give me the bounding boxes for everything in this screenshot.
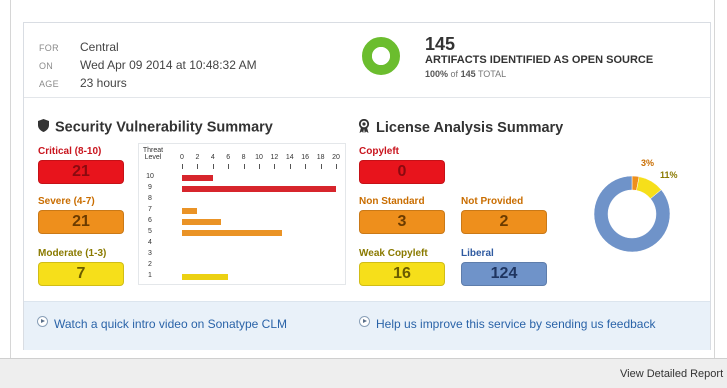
artifact-total-count: 145 (460, 69, 476, 79)
severe-label: Severe (4-7) (38, 196, 95, 207)
threat-bar-level-7[interactable] (182, 208, 198, 214)
meta-on-label: ON (39, 61, 54, 71)
footer-links-bar: Watch a quick intro video on Sonatype CL… (24, 301, 710, 350)
meta-for-value: Central (80, 40, 119, 54)
frame-left-border (10, 0, 11, 360)
threat-bar-level-6[interactable] (182, 219, 221, 225)
threat-level-label: 3 (148, 250, 152, 257)
license-title-text: License Analysis Summary (376, 119, 564, 136)
threat-level-label: 1 (148, 272, 152, 279)
threat-level-label: 6 (148, 217, 152, 224)
open-source-ring-icon (362, 37, 400, 75)
weak-copyleft-label: Weak Copyleft (359, 248, 428, 259)
x-tick-label: 0 (180, 154, 184, 161)
x-tick-label: 16 (301, 154, 310, 161)
meta-age: AGE 23 hours (39, 74, 257, 92)
moderate-label: Moderate (1-3) (38, 248, 107, 259)
pie-label-weak-copyleft: 11% (660, 170, 678, 180)
not-provided-label: Not Provided (461, 196, 524, 207)
artifact-percent: 100% (425, 69, 449, 79)
artifact-total-label: TOTAL (477, 69, 507, 79)
meta-for-label: FOR (39, 43, 59, 53)
frame-right-border (714, 0, 715, 360)
meta-for: FOR Central (39, 38, 257, 56)
liberal-count-badge[interactable]: 124 (461, 262, 547, 286)
critical-label: Critical (8-10) (38, 146, 102, 157)
pie-label-not-provided: 3% (641, 158, 655, 168)
threat-level-chart: Threat Level 0 2 4 6 8 10 12 14 16 18 20 10 9 8 7 6 5 4 3 2… (138, 143, 346, 285)
x-tick-label: 6 (226, 154, 231, 161)
threat-level-label: 2 (148, 261, 152, 268)
x-tick-mark (182, 164, 183, 169)
non-standard-count-badge[interactable]: 3 (359, 210, 445, 234)
threat-level-label: 9 (148, 184, 152, 191)
summary-panel: FOR Central ON Wed Apr 09 2014 at 10:48:32… (23, 22, 711, 350)
x-tick-label: 18 (316, 154, 325, 161)
meta-on-value: Wed Apr 09 2014 at 10:48:32 AM (80, 58, 257, 72)
threat-bar-level-5[interactable] (182, 230, 283, 236)
x-tick-mark (243, 164, 245, 169)
artifact-count: 145 (425, 34, 456, 54)
feedback-link-text: Help us improve this service by sending … (376, 317, 656, 331)
x-tick-mark (289, 164, 291, 169)
threat-bar-level-10[interactable] (182, 175, 213, 181)
security-section-title: Security Vulnerability Summary (38, 119, 273, 136)
not-provided-count-badge[interactable]: 2 (461, 210, 547, 234)
meta-age-label: AGE (39, 79, 59, 89)
license-donut-chart (593, 175, 671, 253)
artifact-of: of (450, 69, 459, 79)
artifact-subtitle: 100% of 145 TOTAL (425, 69, 506, 79)
liberal-label: Liberal (461, 248, 494, 259)
meta-on: ON Wed Apr 09 2014 at 10:48:32 AM (39, 56, 257, 74)
x-tick-mark (228, 164, 230, 169)
license-section-title: License Analysis Summary (358, 118, 564, 137)
section-divider (24, 97, 710, 98)
x-tick-label: 4 (210, 154, 215, 161)
artifact-title: ARTIFACTS IDENTIFIED AS OPEN SOURCE (425, 54, 654, 66)
threat-level-label: 8 (148, 195, 152, 202)
play-icon (37, 316, 48, 327)
intro-video-link[interactable]: Watch a quick intro video on Sonatype CL… (37, 316, 287, 331)
threat-level-label: 10 (146, 173, 154, 180)
threat-bar-level-1[interactable] (182, 274, 229, 280)
threat-level-label: 7 (148, 206, 152, 213)
x-tick-label: 10 (255, 154, 263, 161)
x-tick-label: 14 (285, 154, 294, 161)
x-tick-mark (336, 164, 337, 169)
top-strip (0, 0, 727, 14)
severe-count-badge[interactable]: 21 (38, 210, 124, 234)
meta-age-value: 23 hours (80, 76, 127, 90)
x-tick-label: 8 (241, 154, 246, 161)
intro-video-link-text: Watch a quick intro video on Sonatype CL… (54, 317, 288, 331)
x-tick-mark (212, 164, 214, 169)
threat-bar-level-9[interactable] (182, 186, 336, 192)
bottom-toolbar: View Detailed Report (0, 358, 727, 388)
threat-level-axis-title: Threat Level (142, 147, 164, 161)
report-meta: FOR Central ON Wed Apr 09 2014 at 10:48:32… (39, 38, 257, 92)
copyleft-label: Copyleft (359, 146, 399, 157)
security-title-text: Security Vulnerability Summary (55, 119, 273, 136)
weak-copyleft-count-badge[interactable]: 16 (359, 262, 445, 286)
x-tick-label: 12 (270, 154, 279, 161)
critical-count-badge[interactable]: 21 (38, 160, 124, 184)
x-tick-label: 2 (195, 154, 200, 161)
threat-level-label: 4 (148, 239, 152, 246)
x-tick-mark (259, 164, 260, 169)
moderate-count-badge[interactable]: 7 (38, 262, 124, 286)
feedback-link[interactable]: Help us improve this service by sending … (359, 316, 655, 331)
x-tick-mark (197, 164, 199, 169)
threat-level-label: 5 (148, 228, 152, 235)
x-tick-mark (305, 164, 307, 169)
play-icon (359, 316, 370, 327)
copyleft-count-badge[interactable]: 0 (359, 160, 445, 184)
non-standard-label: Non Standard (359, 196, 425, 207)
x-tick-mark (274, 164, 276, 169)
view-detailed-report-button[interactable]: View Detailed Report (620, 368, 723, 380)
x-tick-mark (320, 164, 322, 169)
ribbon-icon (358, 118, 370, 137)
shield-icon (38, 119, 49, 136)
x-tick-label: 20 (332, 154, 340, 161)
